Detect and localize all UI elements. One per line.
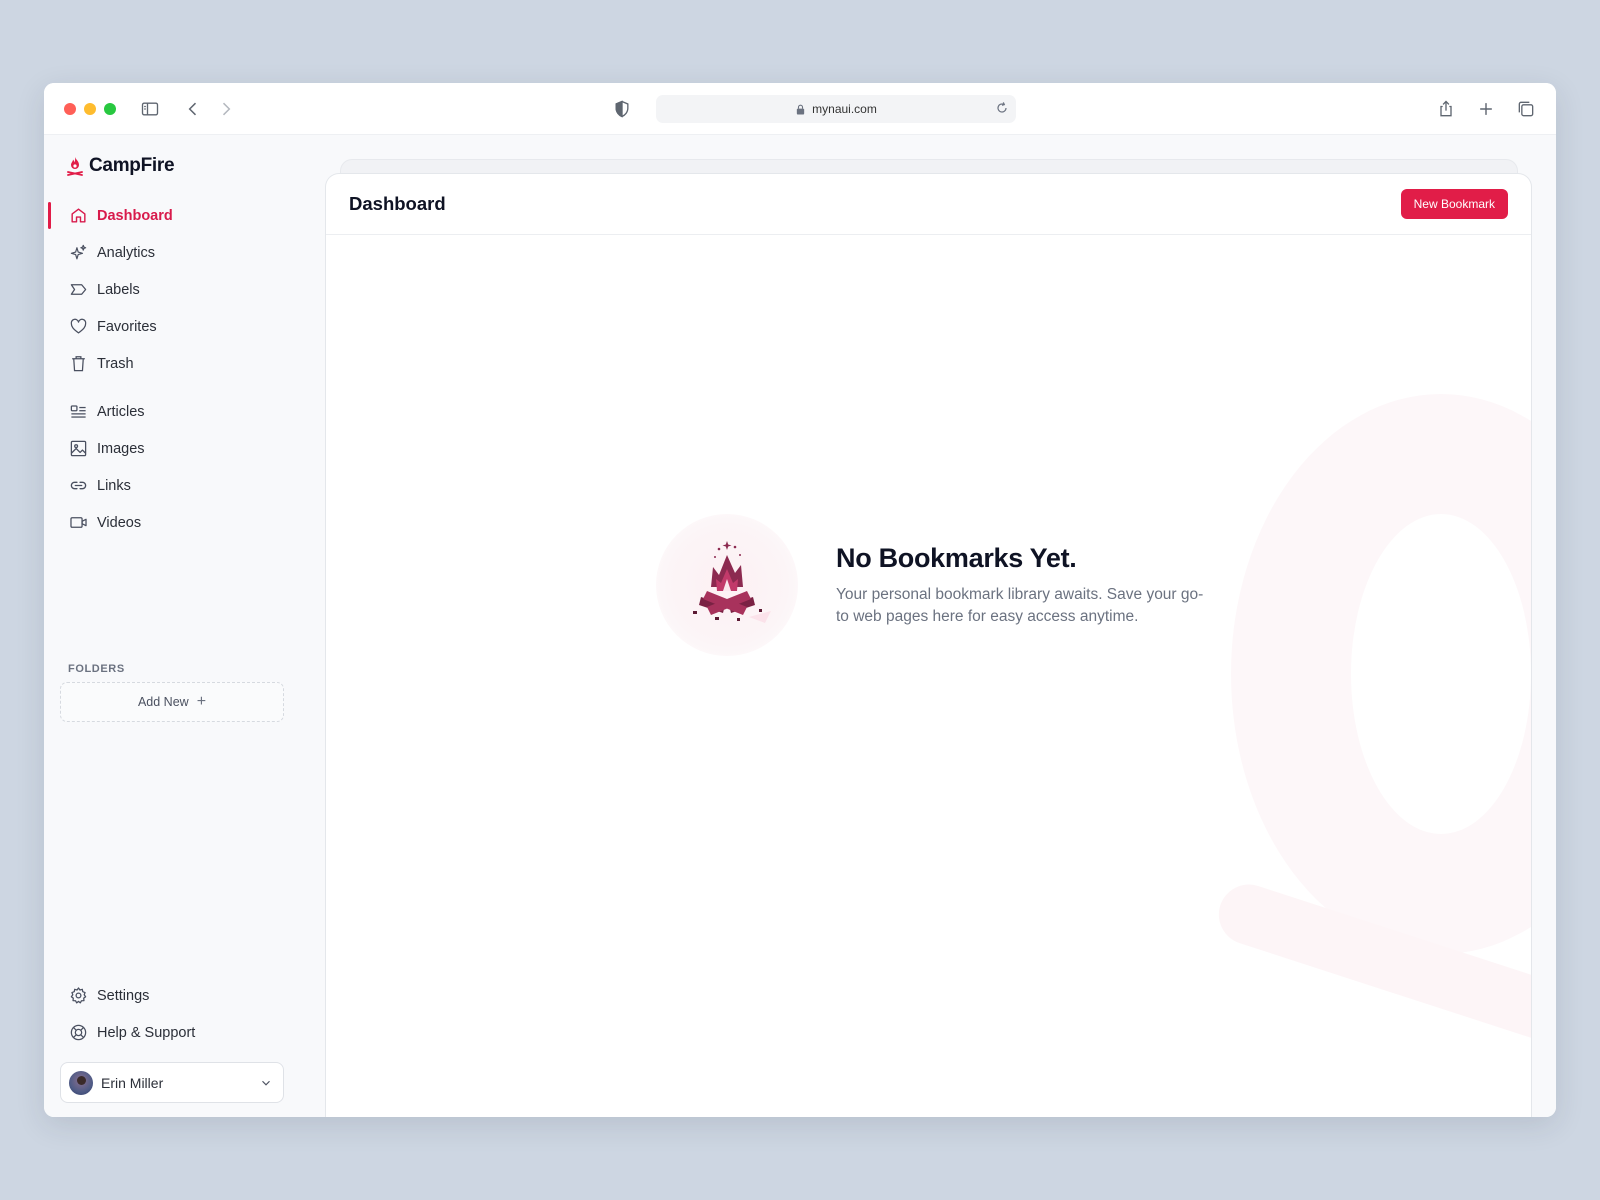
content-type-nav: Articles Images Links Videos bbox=[44, 393, 324, 541]
empty-state-description: Your personal bookmark library awaits. S… bbox=[836, 585, 1204, 625]
sidebar-item-label: Analytics bbox=[97, 244, 156, 261]
sidebar-item-label: Favorites bbox=[97, 318, 157, 335]
sidebar-item-help-support[interactable]: Help & Support bbox=[44, 1014, 324, 1051]
back-icon[interactable] bbox=[181, 97, 205, 121]
sidebar-item-label: Articles bbox=[97, 403, 145, 420]
page-title: Dashboard bbox=[349, 193, 446, 214]
brand[interactable]: CampFire bbox=[66, 155, 175, 177]
new-bookmark-button[interactable]: New Bookmark bbox=[1400, 189, 1508, 219]
heart-icon bbox=[68, 317, 88, 337]
app: CampFire Dashboard Analytics Labels Favo… bbox=[44, 135, 1556, 1117]
sidebar-item-label: Links bbox=[97, 477, 131, 494]
sidebar-item-analytics[interactable]: Analytics bbox=[44, 234, 324, 271]
main-header: Dashboard New Bookmark bbox=[326, 174, 1531, 235]
url-text: mynaui.com bbox=[812, 102, 877, 116]
gear-icon bbox=[68, 986, 88, 1006]
link-icon bbox=[68, 476, 88, 496]
trash-icon bbox=[68, 354, 88, 374]
sidebar-item-label: Videos bbox=[97, 514, 142, 531]
sidebar-item-dashboard[interactable]: Dashboard bbox=[44, 197, 324, 234]
add-folder-button[interactable]: Add New + bbox=[60, 682, 284, 722]
bottom-nav: Settings Help & Support bbox=[44, 977, 324, 1051]
address-bar[interactable]: mynaui.com bbox=[656, 95, 1016, 123]
brand-name: CampFire bbox=[89, 155, 175, 176]
empty-state: No Bookmarks Yet. Your personal bookmark… bbox=[656, 514, 1206, 656]
chevron-down-icon bbox=[259, 1076, 273, 1090]
sidebar: CampFire Dashboard Analytics Labels Favo… bbox=[44, 135, 324, 1117]
sidebar-item-videos[interactable]: Videos bbox=[44, 504, 324, 541]
close-window-button[interactable] bbox=[64, 103, 76, 115]
shield-icon[interactable] bbox=[610, 97, 634, 121]
sidebar-item-images[interactable]: Images bbox=[44, 430, 324, 467]
folders-heading: FOLDERS bbox=[68, 663, 125, 675]
share-icon[interactable] bbox=[1434, 97, 1458, 121]
sidebar-item-links[interactable]: Links bbox=[44, 467, 324, 504]
image-icon bbox=[68, 439, 88, 459]
empty-state-text: No Bookmarks Yet. Your personal bookmark… bbox=[836, 543, 1206, 628]
tabs-icon[interactable] bbox=[1514, 97, 1538, 121]
sidebar-item-label: Dashboard bbox=[97, 207, 173, 224]
reload-icon[interactable] bbox=[994, 100, 1010, 116]
minimize-window-button[interactable] bbox=[84, 103, 96, 115]
articles-icon bbox=[68, 402, 88, 422]
sidebar-item-label: Settings bbox=[97, 987, 150, 1004]
new-tab-icon[interactable] bbox=[1474, 97, 1498, 121]
user-menu[interactable]: Erin Miller bbox=[60, 1062, 284, 1103]
sidebar-item-label: Labels bbox=[97, 281, 140, 298]
sidebar-item-label: Images bbox=[97, 440, 145, 457]
sidebar-item-trash[interactable]: Trash bbox=[44, 345, 324, 382]
add-folder-label: Add New bbox=[137, 695, 189, 709]
sidebar-item-label: Trash bbox=[97, 355, 134, 372]
browser-window: mynaui.com CampFire Dashboard Analytics … bbox=[44, 83, 1556, 1117]
lock-icon bbox=[795, 104, 806, 115]
forward-icon[interactable] bbox=[214, 97, 238, 121]
primary-nav: Dashboard Analytics Labels Favorites Tra… bbox=[44, 197, 324, 382]
maximize-window-button[interactable] bbox=[104, 103, 116, 115]
user-name: Erin Miller bbox=[101, 1074, 164, 1091]
lifebuoy-icon bbox=[68, 1023, 88, 1043]
plus-icon: + bbox=[196, 693, 207, 710]
home-icon bbox=[68, 206, 88, 226]
background-decoration bbox=[1231, 394, 1531, 954]
label-icon bbox=[68, 280, 88, 300]
empty-state-title: No Bookmarks Yet. bbox=[836, 542, 1077, 573]
avatar bbox=[69, 1070, 93, 1095]
sidebar-toggle-icon[interactable] bbox=[138, 97, 162, 121]
browser-toolbar: mynaui.com bbox=[44, 83, 1556, 135]
campfire-illustration bbox=[656, 514, 798, 656]
sidebar-item-articles[interactable]: Articles bbox=[44, 393, 324, 430]
sidebar-item-label: Help & Support bbox=[97, 1024, 196, 1041]
sidebar-item-settings[interactable]: Settings bbox=[44, 977, 324, 1014]
sparkles-icon bbox=[68, 243, 88, 263]
video-icon bbox=[68, 513, 88, 533]
flame-icon bbox=[66, 156, 84, 176]
sidebar-item-favorites[interactable]: Favorites bbox=[44, 308, 324, 345]
main-panel: Dashboard New Bookmark No Bookmarks Yet.… bbox=[325, 173, 1532, 1117]
sidebar-item-labels[interactable]: Labels bbox=[44, 271, 324, 308]
